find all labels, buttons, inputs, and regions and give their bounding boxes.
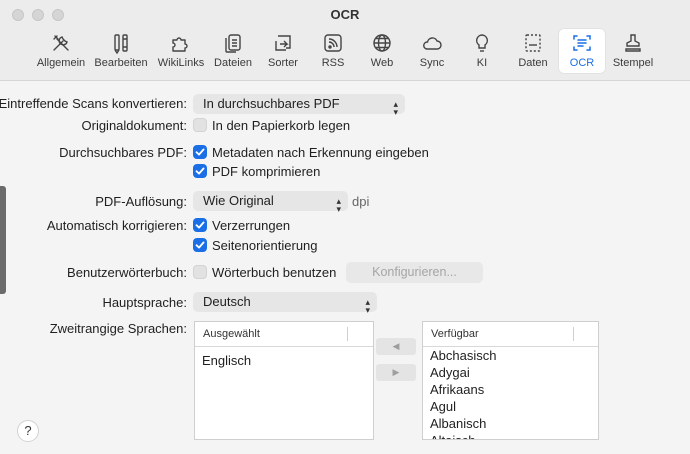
puzzle-icon bbox=[172, 37, 188, 52]
globe-icon bbox=[373, 34, 391, 52]
data-icon bbox=[525, 34, 541, 52]
metadata-checkbox[interactable] bbox=[193, 145, 207, 159]
checkmark-icon bbox=[195, 221, 205, 229]
preferences-window: OCR Allgemein Bearbeiten WikiLinks Datei… bbox=[0, 0, 690, 454]
list-item[interactable]: Altaisch bbox=[423, 432, 598, 439]
searchable-pdf-label: Durchsuchbares PDF: bbox=[59, 145, 187, 160]
checkmark-icon bbox=[195, 241, 205, 249]
original-document-label: Originaldokument: bbox=[81, 118, 188, 133]
cloud-icon bbox=[423, 37, 442, 50]
orientation-checkbox[interactable] bbox=[193, 238, 207, 252]
incoming-scans-select[interactable]: In durchsuchbares PDF ▴ ▾ bbox=[193, 94, 405, 117]
pdf-resolution-label: PDF-Auflösung: bbox=[95, 194, 187, 209]
tab-bearbeiten[interactable]: Bearbeiten bbox=[93, 28, 149, 74]
tab-ocr[interactable]: OCR bbox=[558, 28, 606, 74]
tab-sorter[interactable]: Sorter bbox=[263, 28, 303, 74]
tab-label: Allgemein bbox=[36, 57, 86, 69]
arrow-right-icon: ▶ bbox=[392, 367, 400, 377]
original-trash-label: In den Papierkorb legen bbox=[212, 118, 351, 133]
window-title: OCR bbox=[330, 7, 360, 22]
configure-button[interactable]: Konfigurieren... bbox=[346, 262, 483, 283]
checkmark-icon bbox=[195, 167, 205, 175]
user-dictionary-label: Benutzerwörterbuch: bbox=[67, 265, 187, 280]
pdf-resolution-select[interactable]: Wie Original ▴ ▾ bbox=[193, 191, 348, 214]
chevron-updown-icon: ▾ bbox=[336, 204, 341, 214]
tab-label: Daten bbox=[518, 57, 548, 69]
tab-label: Web bbox=[370, 57, 394, 69]
tab-label: Sorter bbox=[268, 57, 298, 69]
tab-rss[interactable]: RSS bbox=[316, 28, 350, 74]
main-language-value: Deutsch bbox=[203, 294, 251, 309]
column-separator bbox=[347, 327, 348, 341]
metadata-label: Metadaten nach Erkennung eingeben bbox=[212, 145, 429, 160]
list-item[interactable]: Abchasisch bbox=[423, 347, 598, 364]
dictionary-checkbox[interactable] bbox=[193, 265, 207, 279]
column-separator bbox=[573, 327, 574, 341]
move-left-button[interactable]: ◀ bbox=[376, 338, 416, 355]
preferences-toolbar: Allgemein Bearbeiten WikiLinks Dateien S… bbox=[0, 27, 690, 77]
tab-web[interactable]: Web bbox=[365, 28, 399, 74]
tab-label: Bearbeiten bbox=[94, 57, 148, 69]
autocorrect-label: Automatisch korrigieren: bbox=[46, 218, 187, 233]
tab-label: RSS bbox=[321, 57, 345, 69]
list-item[interactable]: Englisch bbox=[195, 352, 373, 369]
tab-allgemein[interactable]: Allgemein bbox=[35, 28, 87, 74]
selected-list-header: Ausgewählt bbox=[195, 322, 373, 347]
ocr-icon bbox=[573, 35, 591, 51]
chevron-updown-icon: ▾ bbox=[393, 107, 398, 117]
available-list-header: Verfügbar bbox=[423, 322, 598, 347]
tab-stempel[interactable]: Stempel bbox=[612, 28, 654, 74]
dpi-unit: dpi bbox=[352, 194, 370, 209]
pdf-resolution-value: Wie Original bbox=[203, 193, 274, 208]
selected-languages-list[interactable]: Ausgewählt Englisch bbox=[194, 321, 374, 440]
distortion-checkbox[interactable] bbox=[193, 218, 207, 232]
sorter-icon bbox=[275, 35, 291, 51]
list-item[interactable]: Adygai bbox=[423, 364, 598, 381]
tab-label: Dateien bbox=[214, 57, 252, 69]
compress-label: PDF komprimieren bbox=[212, 164, 321, 179]
tab-sync[interactable]: Sync bbox=[414, 28, 450, 74]
orientation-label: Seitenorientierung bbox=[212, 238, 318, 253]
tab-label: Stempel bbox=[612, 57, 654, 69]
tools-icon bbox=[53, 35, 69, 51]
stamp-icon bbox=[625, 34, 641, 52]
available-languages-list[interactable]: Verfügbar Abchasisch Adygai Afrikaans Ag… bbox=[422, 321, 599, 440]
tab-ki[interactable]: KI bbox=[467, 28, 497, 74]
compress-checkbox[interactable] bbox=[193, 164, 207, 178]
selected-list-header-label: Ausgewählt bbox=[203, 328, 260, 340]
original-trash-checkbox[interactable] bbox=[193, 118, 207, 132]
available-list-header-label: Verfügbar bbox=[431, 328, 479, 340]
tab-label: KI bbox=[476, 57, 488, 69]
checkmark-icon bbox=[195, 148, 205, 156]
pencil-icon bbox=[114, 34, 128, 54]
chevron-updown-icon: ▾ bbox=[365, 305, 370, 315]
rss-icon bbox=[324, 34, 342, 52]
incoming-scans-label: Eintreffende Scans konvertieren: bbox=[0, 96, 187, 111]
incoming-scans-value: In durchsuchbares PDF bbox=[203, 96, 340, 111]
help-button[interactable]: ? bbox=[17, 420, 39, 442]
list-item[interactable]: Afrikaans bbox=[423, 381, 598, 398]
main-language-select[interactable]: Deutsch ▴ ▾ bbox=[193, 292, 377, 315]
secondary-languages-label: Zweitrangige Sprachen: bbox=[49, 321, 187, 336]
list-item[interactable]: Albanisch bbox=[423, 415, 598, 432]
titlebar: OCR Allgemein Bearbeiten WikiLinks Datei… bbox=[0, 0, 690, 81]
arrow-left-icon: ◀ bbox=[392, 341, 400, 351]
tab-label: OCR bbox=[569, 57, 595, 69]
tab-dateien[interactable]: Dateien bbox=[212, 28, 254, 74]
tab-label: WikiLinks bbox=[157, 57, 205, 69]
tab-label: Sync bbox=[419, 57, 445, 69]
tab-wikilinks[interactable]: WikiLinks bbox=[155, 28, 207, 74]
move-right-button[interactable]: ▶ bbox=[376, 364, 416, 381]
list-item[interactable]: Agul bbox=[423, 398, 598, 415]
dictionary-option-label: Wörterbuch benutzen bbox=[212, 265, 337, 280]
lightbulb-icon bbox=[475, 34, 489, 52]
main-language-label: Hauptsprache: bbox=[102, 295, 187, 310]
background-window-edge bbox=[0, 186, 6, 294]
distortion-label: Verzerrungen bbox=[212, 218, 291, 233]
files-icon bbox=[225, 34, 241, 53]
tab-daten[interactable]: Daten bbox=[514, 28, 552, 74]
